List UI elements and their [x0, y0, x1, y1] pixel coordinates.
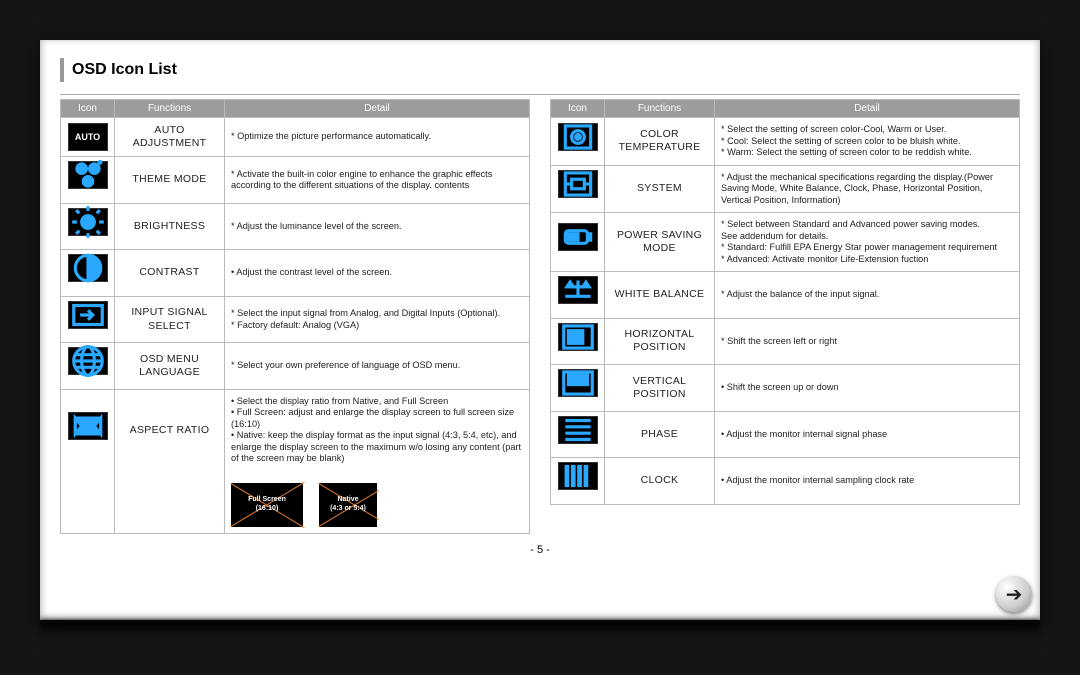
title-wrap: OSD Icon List	[60, 58, 1020, 95]
detail-text: • Adjust the monitor internal signal pha…	[715, 411, 1020, 458]
left-table-column: Icon Functions Detail AUTO AUTO ADJUSTME…	[60, 99, 530, 534]
detail-text: * Select the setting of screen color-Coo…	[715, 118, 1020, 166]
clock-icon	[558, 462, 598, 490]
detail-text: * Select between Standard and Advanced p…	[715, 213, 1020, 272]
table-row: POWER SAVING MODE * Select between Stand…	[551, 213, 1020, 272]
detail-text: • Adjust the contrast level of the scree…	[225, 250, 530, 297]
function-label: PHASE	[605, 411, 715, 458]
input-signal-icon	[68, 301, 108, 329]
brightness-icon	[68, 208, 108, 236]
page-shadow	[40, 620, 1040, 634]
function-label: SYSTEM	[605, 165, 715, 213]
function-label: OSD MENU LANGUAGE	[115, 343, 225, 390]
table-row: HORIZONTAL POSITION * Shift the screen l…	[551, 318, 1020, 365]
table-row: WHITE BALANCE * Adjust the balance of th…	[551, 272, 1020, 319]
function-label: ASPECT RATIO	[115, 389, 225, 471]
ratio-diagrams: Full Screen (16:10) Native (4:3 or 5:4)	[231, 483, 523, 527]
language-icon	[68, 347, 108, 375]
detail-text: • Adjust the monitor internal sampling c…	[715, 458, 1020, 505]
header-functions: Functions	[115, 100, 225, 118]
header-functions: Functions	[605, 100, 715, 118]
aspect-ratio-icon	[68, 412, 108, 440]
header-icon: Icon	[61, 100, 115, 118]
page-number: - 5 -	[60, 544, 1020, 556]
table-row: COLOR TEMPERATURE * Select the setting o…	[551, 118, 1020, 166]
system-icon	[558, 170, 598, 198]
detail-text: * Select the input signal from Analog, a…	[225, 296, 530, 343]
color-temperature-icon	[558, 123, 598, 151]
function-label: CLOCK	[605, 458, 715, 505]
detail-text: * Select your own preference of language…	[225, 343, 530, 390]
function-label: CONTRAST	[115, 250, 225, 297]
table-row: AUTO AUTO ADJUSTMENT * Optimize the pict…	[61, 118, 530, 157]
next-page-arrow-icon[interactable]: ➔	[996, 576, 1032, 612]
function-label: BRIGHTNESS	[115, 203, 225, 250]
detail-text: * Adjust the balance of the input signal…	[715, 272, 1020, 319]
table-row: BRIGHTNESS * Adjust the luminance level …	[61, 203, 530, 250]
header-detail: Detail	[715, 100, 1020, 118]
detail-text: * Adjust the mechanical specifications r…	[715, 165, 1020, 213]
auto-adjustment-icon: AUTO	[68, 123, 108, 151]
power-saving-icon	[558, 223, 598, 251]
function-label: COLOR TEMPERATURE	[605, 118, 715, 166]
right-table-column: Icon Functions Detail COLOR TEMPERATURE …	[550, 99, 1020, 534]
function-label: HORIZONTAL POSITION	[605, 318, 715, 365]
detail-text: • Select the display ratio from Native, …	[225, 389, 530, 471]
detail-text: * Activate the built-in color engine to …	[225, 157, 530, 204]
function-label: VERTICAL POSITION	[605, 365, 715, 412]
horizontal-position-icon	[558, 323, 598, 351]
theme-mode-icon	[68, 161, 108, 189]
page-title: OSD Icon List	[60, 58, 185, 82]
osd-table-left: Icon Functions Detail AUTO AUTO ADJUSTME…	[60, 99, 530, 534]
header-icon: Icon	[551, 100, 605, 118]
table-row: VERTICAL POSITION • Shift the screen up …	[551, 365, 1020, 412]
ratio-native: Native (4:3 or 5:4)	[319, 483, 377, 527]
tables-container: Icon Functions Detail AUTO AUTO ADJUSTME…	[60, 99, 1020, 534]
table-row: CONTRAST • Adjust the contrast level of …	[61, 250, 530, 297]
detail-text: * Optimize the picture performance autom…	[225, 118, 530, 157]
table-row: PHASE • Adjust the monitor internal sign…	[551, 411, 1020, 458]
table-row: ASPECT RATIO • Select the display ratio …	[61, 389, 530, 471]
aspect-ratio-diagram-row: Full Screen (16:10) Native (4:3 or 5:4)	[61, 471, 530, 534]
vertical-position-icon	[558, 369, 598, 397]
manual-page: OSD Icon List Icon Functions Detail AUTO…	[40, 40, 1040, 620]
white-balance-icon	[558, 276, 598, 304]
ratio-full-screen: Full Screen (16:10)	[231, 483, 303, 527]
function-label: INPUT SIGNAL SELECT	[115, 296, 225, 343]
table-row: INPUT SIGNAL SELECT * Select the input s…	[61, 296, 530, 343]
contrast-icon	[68, 254, 108, 282]
header-detail: Detail	[225, 100, 530, 118]
table-row: SYSTEM * Adjust the mechanical specifica…	[551, 165, 1020, 213]
function-label: THEME MODE	[115, 157, 225, 204]
table-row: THEME MODE * Activate the built-in color…	[61, 157, 530, 204]
phase-icon	[558, 416, 598, 444]
function-label: WHITE BALANCE	[605, 272, 715, 319]
function-label: POWER SAVING MODE	[605, 213, 715, 272]
table-row: OSD MENU LANGUAGE * Select your own pref…	[61, 343, 530, 390]
function-label: AUTO ADJUSTMENT	[115, 118, 225, 157]
detail-text: * Shift the screen left or right	[715, 318, 1020, 365]
osd-table-right: Icon Functions Detail COLOR TEMPERATURE …	[550, 99, 1020, 505]
detail-text: * Adjust the luminance level of the scre…	[225, 203, 530, 250]
detail-text: • Shift the screen up or down	[715, 365, 1020, 412]
table-row: CLOCK • Adjust the monitor internal samp…	[551, 458, 1020, 505]
